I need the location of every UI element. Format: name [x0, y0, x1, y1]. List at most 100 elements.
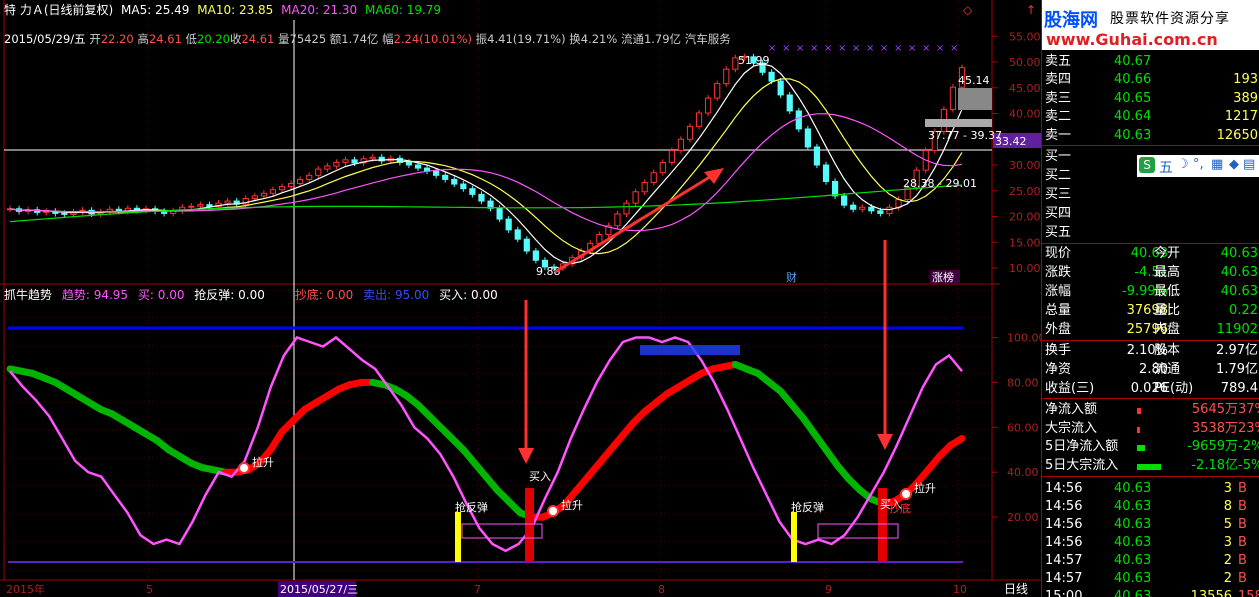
time-axis-label: 8: [658, 583, 665, 596]
candle-down: [822, 164, 830, 182]
indicator-buy: 买: 0.00: [137, 288, 185, 302]
sell-price: 40.65: [1114, 90, 1152, 106]
stat-label-2: 量比: [1154, 303, 1181, 318]
time-axis-label: 7: [474, 583, 481, 596]
candle-down: [813, 146, 821, 166]
tick-price: 40.63: [1114, 535, 1152, 550]
buy-label: 买二: [1045, 168, 1072, 183]
info-high: 24.61: [148, 32, 182, 46]
rebound-label: 抢反弹: [455, 500, 488, 514]
candle-up: [197, 204, 204, 207]
indicator-axis-label: 80.00: [1007, 376, 1039, 389]
candle-up: [369, 156, 376, 160]
candle-up: [677, 138, 685, 152]
lift-marker-icon: [900, 488, 912, 500]
tick-row: 14:56 40.63 5 B: [1042, 516, 1259, 534]
main-chart-header: 特 力Ａ(日线前复权) MA5: 25.49 MA10: 23.85 MA20:…: [4, 3, 441, 17]
stat2-row: 换手 2.10% 股本 2.97亿: [1042, 342, 1259, 360]
sell-price: 40.63: [1114, 127, 1152, 143]
sell-row: 卖四 40.66 193: [1042, 71, 1259, 89]
buy-label: 买四: [1045, 206, 1072, 221]
price-axis-label: 30.00: [1009, 159, 1041, 172]
signal-marker: ×: [768, 43, 776, 54]
info-close: 24.61: [241, 32, 275, 46]
period-label: 日线: [1004, 582, 1028, 596]
sell-label: 卖三: [1045, 90, 1072, 106]
sell-price: 40.67: [1114, 54, 1152, 69]
candle-down: [442, 174, 449, 180]
candle-up: [269, 189, 277, 194]
candle-down: [877, 210, 884, 214]
arrow-up-icon: ↑: [1026, 3, 1036, 17]
tick-side: B: [1238, 535, 1247, 550]
tick-price: 40.63: [1114, 571, 1152, 586]
sell-row: 卖五 40.67: [1042, 53, 1259, 71]
signal-marker: ×: [908, 43, 916, 54]
flow-bar: [1137, 426, 1140, 433]
trend-arrow-head: [704, 168, 724, 184]
indicator-bottom: 抄底: 0.00: [294, 288, 354, 302]
price-axis-label: 15.00: [1009, 236, 1041, 249]
candle-down: [523, 238, 530, 252]
stat2-label-2: 股本: [1154, 343, 1181, 358]
ime-logo-icon: S: [1139, 157, 1155, 173]
candle-down: [850, 204, 857, 210]
sell-volume: 1217: [1224, 109, 1258, 125]
candle-up: [632, 191, 639, 204]
time-axis-label: 2015/05/27/三: [280, 583, 358, 596]
ma20-line: [9, 113, 963, 232]
flow-pct: -5%: [1238, 457, 1259, 473]
flow-pct: -2%: [1238, 439, 1259, 454]
tick-row: 14:57 40.63 2 B: [1042, 552, 1259, 570]
info-volume: 量75425: [278, 32, 327, 46]
candle-up: [342, 159, 349, 163]
right-high-mark: 45.14: [958, 74, 990, 87]
ime-toolbar[interactable]: S 五 ☽ °, ▦ ◆ ▤: [1137, 155, 1259, 177]
indicator-header: 抓牛趋势 趋势: 94.95 买: 0.00 抢反弹: 0.00 抄底: 0.0…: [4, 288, 498, 302]
ime-mode-label: 五: [1159, 160, 1173, 176]
flow-label: 5日大宗流入: [1045, 457, 1119, 473]
stat2-label: 换手: [1045, 343, 1072, 358]
price-axis-label: 25.00: [1009, 185, 1041, 198]
candle-down: [868, 206, 875, 212]
tick-price: 40.63: [1114, 517, 1152, 532]
rebound-label: 抢反弹: [791, 500, 824, 514]
stat-label: 涨跌: [1045, 265, 1072, 280]
candle-up: [723, 68, 730, 85]
buy-label: 买入: [529, 470, 551, 483]
stat-row: 外盘 25796 内盘 11902: [1042, 321, 1259, 339]
buy-row: 买三: [1042, 186, 1259, 204]
stat2-row: 净资 2.80 流通 1.79亿: [1042, 361, 1259, 379]
tick-volume: 3: [1223, 535, 1232, 550]
stat-value-2: 0.22: [1229, 303, 1258, 318]
candle-down: [505, 218, 512, 231]
signal-marker: ×: [796, 43, 804, 54]
candle-up: [251, 195, 258, 199]
signal-marker: ×: [810, 43, 818, 54]
ma20-label: MA20: 21.30: [281, 3, 358, 17]
sell-row: 卖二 40.64 1217: [1042, 108, 1259, 126]
quote-panel: 股海网 股票软件资源分享 www.Guhai.com.cn 卖五 40.67 卖四 4…: [1041, 0, 1259, 597]
tick-price: 40.63: [1114, 553, 1152, 568]
candle-up: [224, 200, 231, 204]
stat-value-2: 11902: [1216, 322, 1258, 337]
indicator-buy-in: 买入: 0.00: [439, 288, 498, 302]
price-axis-label: 45.00: [1009, 82, 1041, 95]
sell-row: 卖一 40.63 12650: [1042, 127, 1259, 145]
candle-down: [351, 159, 358, 164]
flow-label: 净流入额: [1045, 402, 1098, 417]
indicator-axis-label: 60.00: [1007, 421, 1039, 434]
info-low-label: 低: [185, 32, 198, 46]
banner-slogan: 股票软件资源分享: [1110, 11, 1230, 27]
signal-marker: ×: [950, 43, 958, 54]
candle-up: [260, 192, 267, 197]
ma60-line: [9, 184, 963, 223]
lift-marker-icon: [238, 462, 250, 474]
ma10-label: MA10: 23.85: [197, 3, 274, 17]
guhai-banner[interactable]: 股海网 股票软件资源分享 www.Guhai.com.cn: [1042, 0, 1259, 50]
candle-up: [188, 205, 195, 208]
stat2-label-2: PE(动): [1154, 381, 1194, 396]
sell-label: 卖五: [1045, 54, 1072, 69]
time-axis-label: 9: [825, 583, 832, 596]
tick-side: B: [1238, 499, 1247, 514]
